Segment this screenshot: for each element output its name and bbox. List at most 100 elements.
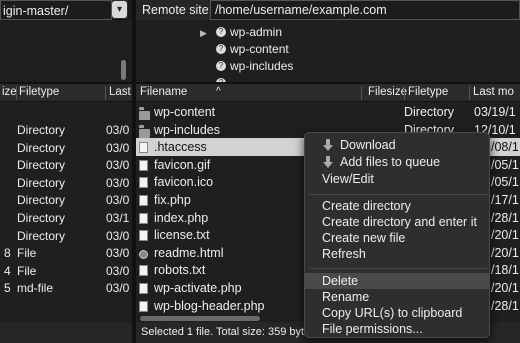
- remote-file-name: favicon.gif: [154, 157, 211, 172]
- remote-file-name: .htaccess: [154, 140, 207, 155]
- remote-file-name: wp-activate.php: [154, 281, 242, 295]
- local-file-row[interactable]: 4 File 03/0: [0, 262, 132, 280]
- file-icon: [139, 283, 148, 297]
- local-file-row[interactable]: Directory 03/0: [0, 121, 132, 139]
- menu-item-label: Create directory and enter it: [322, 215, 477, 229]
- menu-item-create-directory[interactable]: Create directory: [305, 198, 489, 214]
- remote-header-last-modified[interactable]: Last mo: [473, 86, 514, 98]
- tree-item-label: wp-content: [230, 42, 289, 56]
- remote-site-label: Remote site:: [142, 3, 213, 17]
- local-header-filesize[interactable]: ize: [2, 86, 17, 98]
- remote-horizontal-scrollbar[interactable]: [140, 316, 260, 321]
- local-file-row[interactable]: 8 File 03/0: [0, 244, 132, 262]
- file-icon: [139, 230, 148, 244]
- remote-file-name: wp-includes: [154, 122, 221, 137]
- remote-file-name: fix.php: [154, 193, 191, 207]
- remote-path-field[interactable]: /home/username/example.com: [210, 0, 520, 20]
- local-file-date: 03/0: [106, 281, 130, 296]
- local-file-list[interactable]: Directory 03/0 Directory 03/0 Directory 03/0 D…: [0, 102, 132, 327]
- download-icon: [322, 139, 334, 151]
- local-path-field[interactable]: igin-master/: [0, 0, 112, 20]
- local-file-size: 4: [4, 263, 11, 278]
- unknown-icon: ?: [216, 61, 226, 71]
- menu-item-create-directory-enter[interactable]: Create directory and enter it: [305, 214, 489, 230]
- menu-item-label: Copy URL(s) to clipboard: [322, 306, 463, 320]
- file-icon: [139, 195, 148, 209]
- menu-item-label: Create directory: [322, 199, 411, 213]
- local-header-filetype[interactable]: Filetype: [19, 86, 59, 98]
- menu-item-rename[interactable]: Rename: [305, 289, 489, 305]
- remote-file-row[interactable]: wp-content Directory 03/19/1: [136, 103, 520, 121]
- menu-item-refresh[interactable]: Refresh: [305, 246, 489, 262]
- local-path-dropdown-button[interactable]: ▾: [112, 1, 127, 18]
- local-directory-tree[interactable]: [0, 20, 132, 82]
- expand-arrow-icon[interactable]: ▶: [200, 28, 207, 39]
- local-file-type: Directory: [17, 158, 66, 173]
- remote-file-name: favicon.ico: [154, 175, 214, 190]
- remote-file-date: /18/1: [491, 263, 519, 278]
- file-icon: [139, 177, 148, 191]
- local-file-type: md-file: [17, 281, 54, 296]
- local-file-row[interactable]: Directory 03/0: [0, 191, 132, 209]
- header-separator: [361, 86, 362, 100]
- remote-file-date: /05/1: [491, 175, 519, 190]
- local-file-date: 03/0: [106, 246, 130, 261]
- queue-icon: [322, 156, 334, 168]
- menu-item-label: File permissions...: [322, 322, 423, 336]
- remote-header-filename[interactable]: Filename: [140, 86, 187, 98]
- local-file-date: 03/0: [106, 193, 130, 208]
- tree-item-label: wp-includes: [230, 59, 294, 73]
- tree-item-partial: ?: [216, 75, 226, 82]
- menu-item-add-to-queue[interactable]: Add files to queue: [305, 154, 489, 170]
- local-file-date: 03/0: [106, 158, 130, 173]
- sort-ascending-icon: ^: [216, 86, 221, 97]
- menu-item-label: Create new file: [322, 231, 406, 245]
- remote-file-date: /28/1: [491, 210, 519, 225]
- header-separator: [16, 86, 17, 100]
- menu-item-label: Refresh: [322, 247, 366, 261]
- local-column-header: ize Filetype Last: [0, 84, 132, 102]
- local-tree-scrollbar[interactable]: [121, 60, 126, 80]
- remote-file-date: /08/1: [491, 140, 519, 155]
- remote-header-filesize[interactable]: Filesize: [368, 86, 407, 98]
- local-file-type: Directory: [17, 175, 66, 190]
- menu-item-create-new-file[interactable]: Create new file: [305, 230, 489, 246]
- local-file-date: 03/0: [106, 263, 130, 278]
- local-file-type: File: [17, 246, 37, 261]
- remote-status-text: Selected 1 file. Total size: 359 byte: [141, 326, 311, 338]
- local-file-size: 5: [4, 281, 11, 296]
- menu-item-delete[interactable]: Delete: [305, 273, 489, 289]
- remote-file-date: /17/1: [491, 193, 519, 207]
- local-status-bar: [0, 322, 132, 343]
- local-file-row[interactable]: Directory 03/0: [0, 227, 132, 245]
- menu-item-label: Rename: [322, 290, 370, 304]
- header-separator: [404, 86, 405, 100]
- local-file-row[interactable]: Directory 03/0: [0, 139, 132, 157]
- remote-file-name: wp-content: [154, 105, 216, 119]
- remote-file-date: /20/1: [491, 281, 519, 295]
- menu-item-label: Delete: [322, 274, 359, 288]
- tree-item-label: wp-admin: [230, 25, 283, 39]
- menu-item-view-edit[interactable]: View/Edit: [305, 171, 489, 187]
- remote-site-bar: Remote site: /home/username/example.com: [136, 0, 520, 20]
- local-file-row[interactable]: Directory 03/0: [0, 156, 132, 174]
- local-file-date: 03/0: [106, 228, 130, 243]
- menu-item-copy-url[interactable]: Copy URL(s) to clipboard: [305, 305, 489, 321]
- remote-header-filetype[interactable]: Filetype: [408, 86, 448, 98]
- local-file-row[interactable]: 5 md-file 03/0: [0, 279, 132, 297]
- remote-column-header: Filename ^ Filesize Filetype Last mo: [136, 84, 520, 102]
- menu-item-file-permissions[interactable]: File permissions...: [305, 321, 489, 337]
- tree-item-wp-admin[interactable]: ? wp-admin: [216, 24, 282, 40]
- menu-separator: [309, 268, 487, 269]
- menu-item-download[interactable]: Download: [305, 137, 489, 153]
- local-file-type: Directory: [17, 123, 66, 137]
- local-file-row[interactable]: Directory 03/1: [0, 209, 132, 227]
- tree-item-wp-content[interactable]: ? wp-content: [216, 41, 289, 57]
- remote-directory-tree[interactable]: ▶ ? wp-admin ? wp-content ? wp-includes …: [136, 20, 520, 82]
- local-header-last-modified[interactable]: Last: [109, 86, 131, 98]
- local-file-type: Directory: [17, 211, 66, 225]
- local-file-date: 03/1: [106, 211, 130, 225]
- local-file-row[interactable]: Directory 03/0: [0, 174, 132, 192]
- tree-item-wp-includes[interactable]: ? wp-includes: [216, 58, 293, 74]
- context-menu: Download Add files to queue View/Edit Cr…: [304, 132, 490, 338]
